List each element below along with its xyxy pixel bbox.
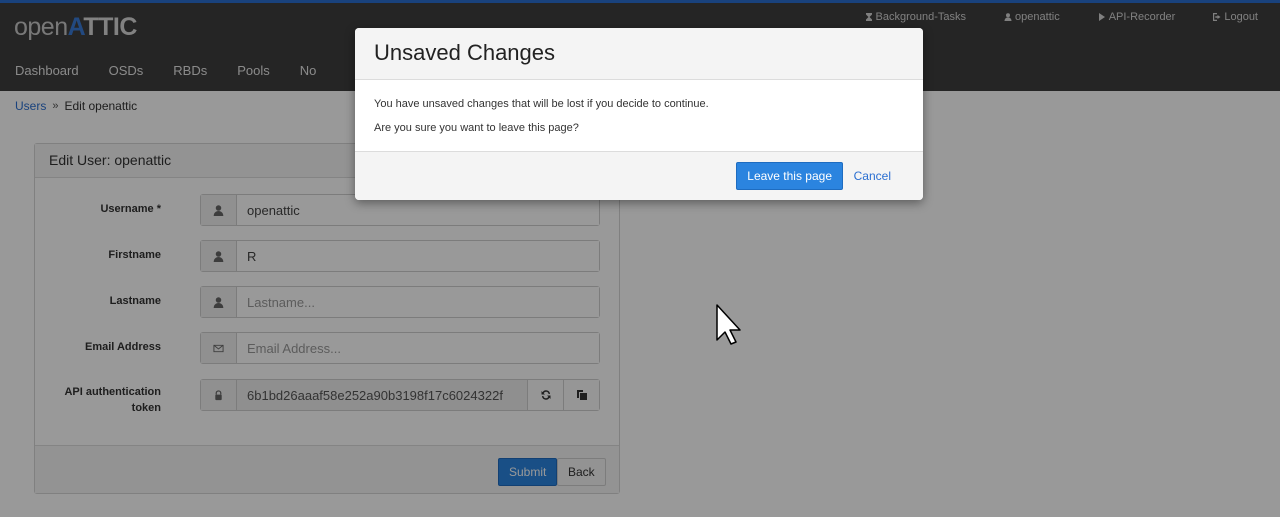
leave-page-button[interactable]: Leave this page (736, 162, 843, 190)
unsaved-changes-dialog: Unsaved Changes You have unsaved changes… (355, 28, 923, 200)
mouse-cursor-icon (716, 304, 741, 345)
dialog-message: You have unsaved changes that will be lo… (374, 98, 709, 110)
dialog-body: You have unsaved changes that will be lo… (355, 80, 923, 151)
cancel-button[interactable]: Cancel (844, 162, 901, 190)
dialog-title: Unsaved Changes (355, 28, 923, 80)
dialog-question: Are you sure you want to leave this page… (374, 122, 579, 134)
dialog-footer: Leave this page Cancel (355, 151, 923, 200)
